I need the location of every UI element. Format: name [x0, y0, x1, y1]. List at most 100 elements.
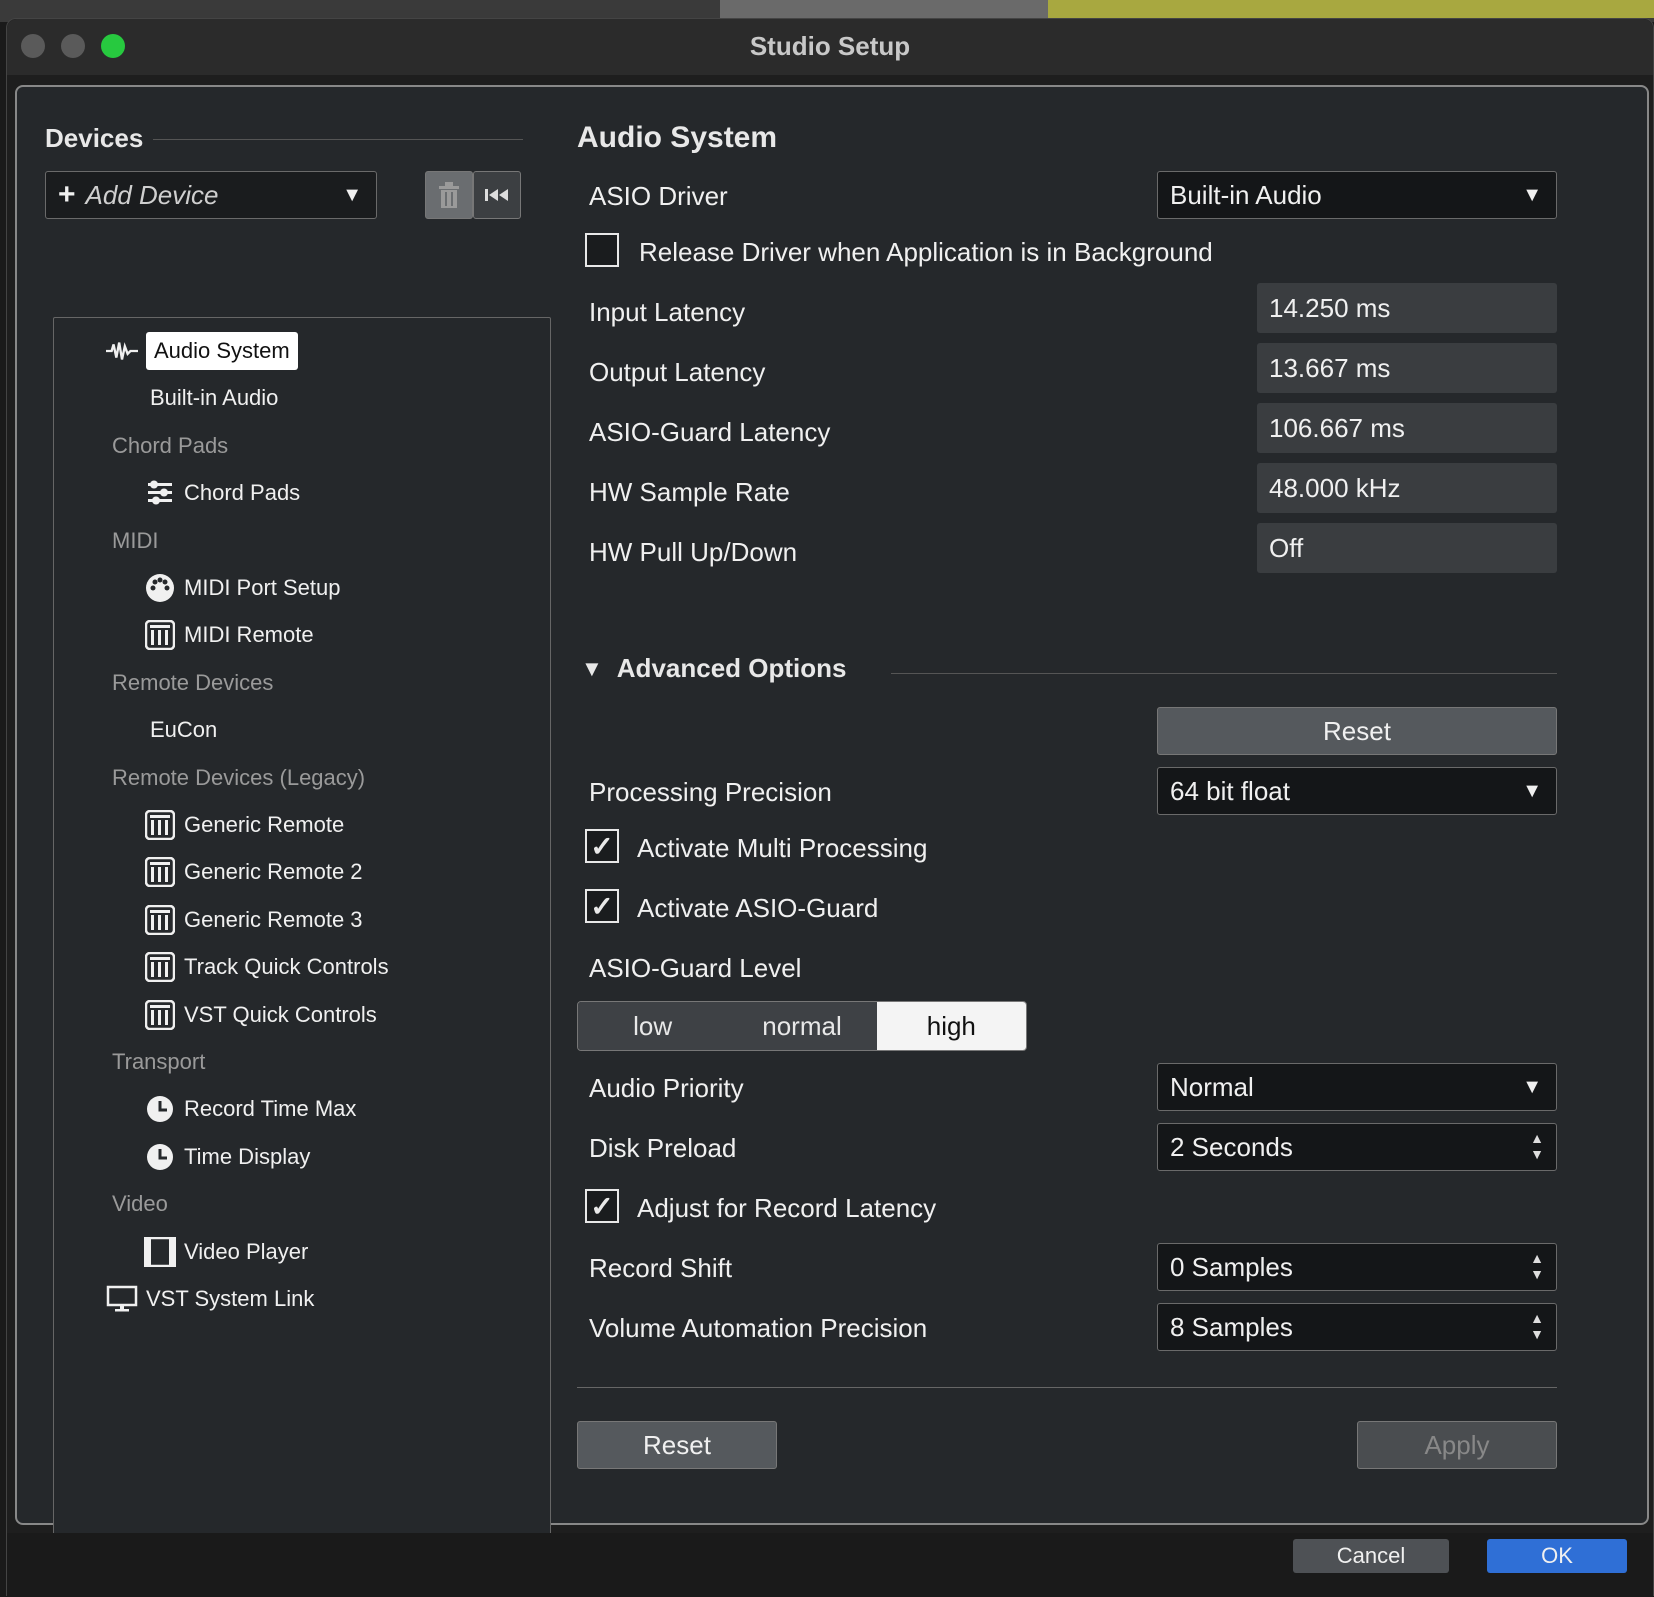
titlebar: Studio Setup — [7, 19, 1653, 75]
stepper-arrows-icon[interactable]: ▲ ▼ — [1530, 1310, 1544, 1342]
reset-button[interactable]: Reset — [577, 1421, 777, 1469]
tree-item-midi-port-setup[interactable]: MIDI Port Setup — [144, 569, 341, 607]
checkmark-icon: ✓ — [590, 890, 614, 922]
record-shift-stepper[interactable]: 0 Samples ▲ ▼ — [1157, 1243, 1557, 1291]
disk-preload-value: 2 Seconds — [1170, 1131, 1293, 1162]
hw-sample-rate-value: 48.000 kHz — [1257, 463, 1557, 513]
background-track-yellow — [1048, 0, 1654, 18]
tree-item-label: Built-in Audio — [150, 385, 279, 411]
release-driver-label: Release Driver when Application is in Ba… — [639, 237, 1213, 267]
tree-item-generic-remote[interactable]: Generic Remote — [144, 806, 344, 844]
plus-icon: + — [58, 178, 76, 211]
asio-driver-dropdown[interactable]: Built-in Audio ▼ — [1157, 171, 1557, 219]
volume-precision-stepper[interactable]: 8 Samples ▲ ▼ — [1157, 1303, 1557, 1351]
devices-heading: Devices — [45, 123, 144, 153]
hw-sample-rate-label: HW Sample Rate — [589, 477, 790, 507]
tree-item-label: Chord Pads — [184, 480, 301, 506]
disk-preload-label: Disk Preload — [589, 1133, 737, 1163]
chevron-down-icon: ▼ — [1522, 1075, 1542, 1098]
advanced-options-heading: Advanced Options — [616, 653, 847, 683]
midi-port-icon — [144, 572, 176, 604]
input-latency-label: Input Latency — [589, 297, 746, 327]
setup-panel: Devices + Add Device ▼ Audio System Built… — [15, 85, 1649, 1567]
reset-device-button[interactable] — [473, 171, 521, 219]
asio-guard-label: Activate ASIO-Guard — [637, 893, 879, 923]
tree-item-video-player[interactable]: Video Player — [144, 1233, 308, 1271]
volume-precision-value: 8 Samples — [1170, 1311, 1293, 1342]
asio-guard-latency-label: ASIO-Guard Latency — [589, 417, 831, 447]
background-track-gray — [720, 0, 1048, 18]
tree-item-label: Record Time Max — [184, 1096, 357, 1122]
remote-icon — [144, 619, 176, 651]
asio-guard-level-high[interactable]: high — [876, 1002, 1026, 1050]
hw-pull-label: HW Pull Up/Down — [589, 537, 798, 567]
asio-driver-value: Built-in Audio — [1170, 179, 1322, 210]
cancel-button[interactable]: Cancel — [1293, 1539, 1449, 1573]
audio-system-heading: Audio System — [577, 121, 778, 154]
remote-icon — [144, 951, 176, 983]
apply-button[interactable]: Apply — [1357, 1421, 1557, 1469]
tree-item-generic-remote-2[interactable]: Generic Remote 2 — [144, 853, 363, 891]
tree-item-vst-quick-controls[interactable]: VST Quick Controls — [144, 996, 377, 1034]
output-latency-value: 13.667 ms — [1257, 343, 1557, 393]
tree-item-label: Time Display — [184, 1143, 311, 1169]
tree-item-audio-system[interactable]: Audio System — [106, 332, 298, 370]
tree-item-label: MIDI — [112, 527, 159, 553]
delete-device-button[interactable] — [425, 171, 473, 219]
processing-precision-label: Processing Precision — [589, 777, 832, 807]
adjust-record-latency-checkbox[interactable]: ✓ — [585, 1189, 619, 1223]
tree-item-label: VST Quick Controls — [184, 1001, 377, 1027]
tree-item-label: Chord Pads — [112, 432, 229, 458]
chevron-down-icon: ▼ — [342, 183, 362, 206]
tree-item-chord-pads[interactable]: Chord Pads — [144, 474, 300, 512]
record-shift-label: Record Shift — [589, 1253, 733, 1283]
add-device-dropdown[interactable]: + Add Device ▼ — [45, 171, 377, 219]
volume-precision-label: Volume Automation Precision — [589, 1313, 928, 1343]
audio-priority-label: Audio Priority — [589, 1073, 744, 1103]
remote-icon — [144, 809, 176, 841]
tree-item-midi-remote[interactable]: MIDI Remote — [144, 616, 314, 654]
tree-item-record-time-max[interactable]: Record Time Max — [144, 1090, 356, 1128]
asio-driver-label: ASIO Driver — [589, 181, 728, 211]
tree-category-video: Video — [112, 1185, 168, 1223]
stepper-arrows-icon[interactable]: ▲ ▼ — [1530, 1250, 1544, 1282]
devices-divider — [153, 139, 523, 140]
tree-item-track-quick-controls[interactable]: Track Quick Controls — [144, 948, 389, 986]
chevron-down-icon: ▼ — [1522, 183, 1542, 206]
tree-item-built-in-audio[interactable]: Built-in Audio — [150, 379, 278, 417]
advanced-reset-button[interactable]: Reset — [1157, 707, 1557, 755]
window-title: Studio Setup — [749, 31, 911, 61]
asio-guard-level-low[interactable]: low — [578, 1002, 728, 1050]
release-driver-checkbox[interactable] — [585, 233, 619, 267]
tree-category-remote-devices: Remote Devices — [112, 664, 273, 702]
processing-precision-value: 64 bit float — [1170, 775, 1290, 806]
asio-guard-level-label: ASIO-Guard Level — [589, 953, 802, 983]
advanced-divider — [891, 673, 1557, 674]
remote-icon — [144, 904, 176, 936]
tree-item-label: Generic Remote — [184, 812, 345, 837]
audio-priority-dropdown[interactable]: Normal ▼ — [1157, 1063, 1557, 1111]
tree-item-generic-remote-3[interactable]: Generic Remote 3 — [144, 901, 363, 939]
chevron-down-icon: ▼ — [1522, 779, 1542, 802]
processing-precision-dropdown[interactable]: 64 bit float ▼ — [1157, 767, 1557, 815]
asio-guard-level-normal[interactable]: normal — [727, 1002, 877, 1050]
ok-button[interactable]: OK — [1487, 1539, 1627, 1573]
trash-icon — [439, 182, 459, 208]
tree-item-label: MIDI Port Setup — [184, 575, 341, 600]
add-device-label: Add Device — [85, 179, 219, 210]
clock-icon — [144, 1093, 176, 1125]
triangle-down-icon: ▼ — [581, 655, 603, 681]
stepper-arrows-icon[interactable]: ▲ ▼ — [1530, 1130, 1544, 1162]
multi-processing-checkbox[interactable]: ✓ — [585, 829, 619, 863]
monitor-icon — [106, 1283, 138, 1315]
clock-icon — [144, 1141, 176, 1173]
disk-preload-stepper[interactable]: 2 Seconds ▲ ▼ — [1157, 1123, 1557, 1171]
tree-item-vst-system-link[interactable]: VST System Link — [106, 1280, 314, 1318]
asio-guard-checkbox[interactable]: ✓ — [585, 889, 619, 923]
tree-item-label: Audio System — [146, 332, 298, 370]
tree-item-eucon[interactable]: EuCon — [150, 711, 217, 749]
chord-pads-icon — [144, 477, 176, 509]
tree-item-time-display[interactable]: Time Display — [144, 1138, 310, 1176]
advanced-options-toggle[interactable]: ▼ Advanced Options — [581, 653, 846, 684]
rewind-to-start-icon — [485, 189, 508, 201]
